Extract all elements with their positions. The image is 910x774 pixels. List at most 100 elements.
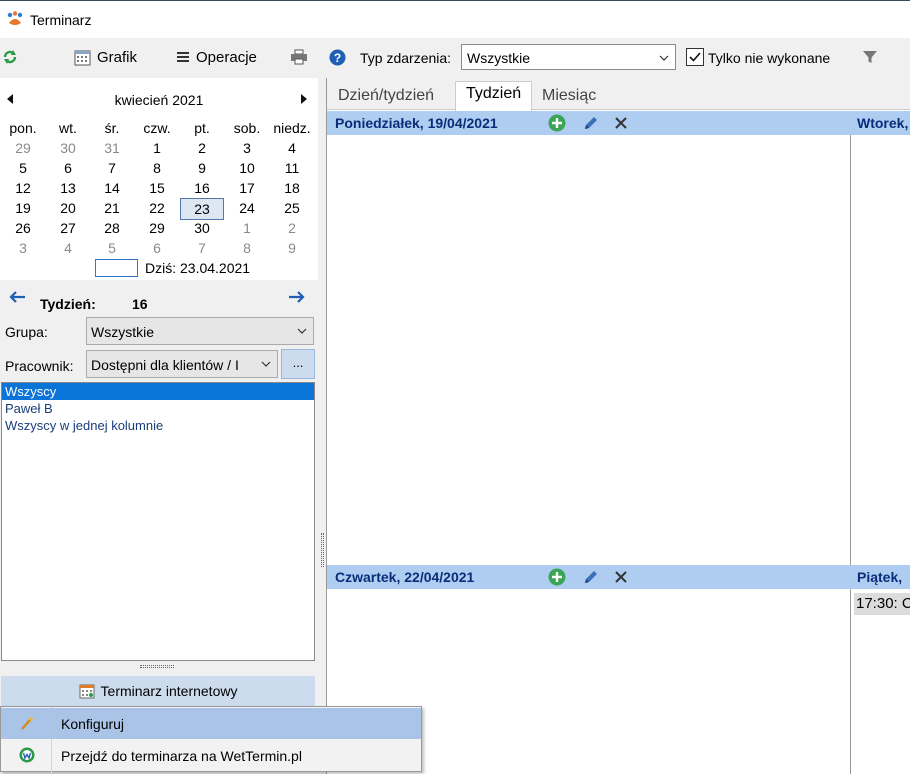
calendar-day[interactable]: 8 — [135, 158, 179, 178]
today-label[interactable]: Dziś: 23.04.2021 — [145, 260, 250, 276]
group-select[interactable]: Wszystkie — [86, 317, 314, 345]
day-header: Poniedziałek, 19/04/2021 Wtorek, — [327, 111, 910, 135]
calendar-day[interactable]: 7 — [90, 158, 134, 178]
calendar-day[interactable]: 6 — [46, 158, 90, 178]
calendar-week-row: 19 20 21 22 23 24 25 — [0, 198, 318, 220]
weekday-label: niedz. — [273, 120, 311, 136]
event-item[interactable]: 17:30: C — [854, 593, 910, 615]
calendar-day[interactable]: 6 — [135, 238, 179, 258]
calendar-day[interactable]: 4 — [270, 138, 314, 158]
calendar-day[interactable]: 25 — [270, 198, 314, 218]
calendar-day[interactable]: 16 — [180, 178, 224, 198]
menu-item-open-wettermin[interactable]: Przejdź do terminarza na WetTermin.pl — [1, 740, 421, 771]
day-title[interactable]: Poniedziałek, 19/04/2021 — [335, 115, 498, 131]
calendar-day[interactable]: 31 — [90, 138, 134, 158]
calendar-day[interactable]: 23 — [180, 198, 224, 220]
calendar-day[interactable]: 30 — [46, 138, 90, 158]
wand-icon — [21, 716, 35, 730]
online-calendar-label: Terminarz internetowy — [100, 683, 238, 699]
toolbar: Grafik Operacje ? Typ zdarzenia: Wszystk… — [0, 38, 910, 78]
calendar-day[interactable]: 9 — [180, 158, 224, 178]
print-button[interactable] — [290, 38, 308, 76]
calendar-day[interactable]: 10 — [225, 158, 269, 178]
operacje-label: Operacje — [196, 48, 257, 66]
calendar-day[interactable]: 8 — [225, 238, 269, 258]
employee-value: Dostępni dla klientów / I — [91, 357, 239, 373]
calendar-day[interactable]: 4 — [46, 238, 90, 258]
help-button[interactable]: ? — [329, 38, 346, 76]
calendar-day[interactable]: 19 — [1, 198, 45, 218]
week-label: Tydzień: — [40, 296, 96, 312]
calendar-day[interactable]: 2 — [270, 218, 314, 238]
employee-label: Pracownik: — [5, 358, 74, 374]
calendar-day[interactable]: 26 — [1, 218, 45, 238]
horizontal-splitter[interactable] — [140, 665, 174, 668]
add-icon[interactable] — [548, 114, 566, 132]
grafik-button[interactable]: Grafik — [74, 38, 137, 76]
calendar-day[interactable]: 20 — [46, 198, 90, 218]
calendar-day[interactable]: 3 — [225, 138, 269, 158]
calendar-day[interactable]: 1 — [135, 138, 179, 158]
online-calendar-button[interactable]: Terminarz internetowy — [1, 676, 315, 706]
next-day-title[interactable]: Piątek, — [857, 569, 902, 585]
next-day-title[interactable]: Wtorek, — [857, 115, 908, 131]
tab-month[interactable]: Miesiąc — [532, 84, 606, 110]
employee-select[interactable]: Dostępni dla klientów / I — [86, 350, 278, 378]
calendar-day[interactable]: 27 — [46, 218, 90, 238]
weekday-label: czw. — [143, 120, 171, 136]
next-day-column[interactable] — [852, 135, 910, 565]
calendar-day[interactable]: 15 — [135, 178, 179, 198]
calendar-day[interactable]: 11 — [270, 158, 314, 178]
calendar-day[interactable]: 12 — [1, 178, 45, 198]
close-icon[interactable] — [615, 117, 627, 129]
not-done-checkbox[interactable] — [686, 48, 704, 66]
calendar-day[interactable]: 30 — [180, 218, 224, 238]
calendar-week-row: 3456789 — [0, 238, 318, 258]
calendar-day[interactable]: 7 — [180, 238, 224, 258]
calendar-day[interactable]: 24 — [225, 198, 269, 218]
employee-more-button[interactable]: ... — [281, 349, 315, 379]
calendar-day[interactable]: 21 — [90, 198, 134, 218]
event-type-select[interactable]: Wszystkie — [461, 44, 676, 70]
calendar-week-row: 5 6 7 8 9 10 11 — [0, 158, 318, 178]
arrow-right-icon[interactable] — [288, 290, 306, 304]
menu-item-configure[interactable]: Konfiguruj — [1, 708, 421, 739]
edit-icon[interactable] — [582, 568, 600, 586]
help-icon: ? — [329, 49, 346, 65]
tab-day-week[interactable]: Dzień/tydzień — [328, 84, 444, 110]
employee-list-item[interactable]: Paweł B — [2, 400, 314, 417]
calendar-day[interactable]: 13 — [46, 178, 90, 198]
today-marker[interactable] — [95, 259, 138, 277]
calendar-day[interactable]: 9 — [270, 238, 314, 258]
event-type-label: Typ zdarzenia: — [360, 50, 452, 66]
calendar-day[interactable]: 2 — [180, 138, 224, 158]
calendar-day[interactable]: 14 — [90, 178, 134, 198]
calendar-day[interactable]: 3 — [1, 238, 45, 258]
month-calendar: kwiecień 2021 pon. wt. śr. czw. pt. sob.… — [0, 78, 318, 280]
refresh-button[interactable] — [2, 38, 18, 76]
day-column[interactable] — [327, 135, 851, 565]
calendar-day[interactable]: 22 — [135, 198, 179, 218]
edit-icon[interactable] — [582, 114, 600, 132]
calendar-day[interactable]: 1 — [225, 218, 269, 238]
calendar-day[interactable]: 5 — [90, 238, 134, 258]
employee-list-item[interactable]: Wszyscy w jednej kolumnie — [2, 417, 314, 434]
calendar-day[interactable]: 17 — [225, 178, 269, 198]
operacje-button[interactable]: Operacje — [176, 38, 257, 76]
add-icon[interactable] — [548, 568, 566, 586]
day-title[interactable]: Czwartek, 22/04/2021 — [335, 569, 474, 585]
calendar-day[interactable]: 29 — [135, 218, 179, 238]
filter-icon[interactable] — [862, 49, 878, 65]
next-month-icon[interactable] — [300, 94, 308, 104]
calendar-day[interactable]: 5 — [1, 158, 45, 178]
arrow-left-icon[interactable] — [8, 290, 26, 304]
calendar-day[interactable]: 18 — [270, 178, 314, 198]
calendar-day[interactable]: 28 — [90, 218, 134, 238]
close-icon[interactable] — [615, 571, 627, 583]
employee-list-item[interactable]: Wszyscy — [2, 383, 314, 400]
tab-week[interactable]: Tydzień — [455, 81, 533, 111]
next-day-column[interactable] — [852, 589, 910, 774]
employee-list[interactable]: Wszyscy Paweł B Wszyscy w jednej kolumnie — [1, 382, 315, 661]
left-panel: kwiecień 2021 pon. wt. śr. czw. pt. sob.… — [0, 78, 320, 774]
calendar-day[interactable]: 29 — [1, 138, 45, 158]
